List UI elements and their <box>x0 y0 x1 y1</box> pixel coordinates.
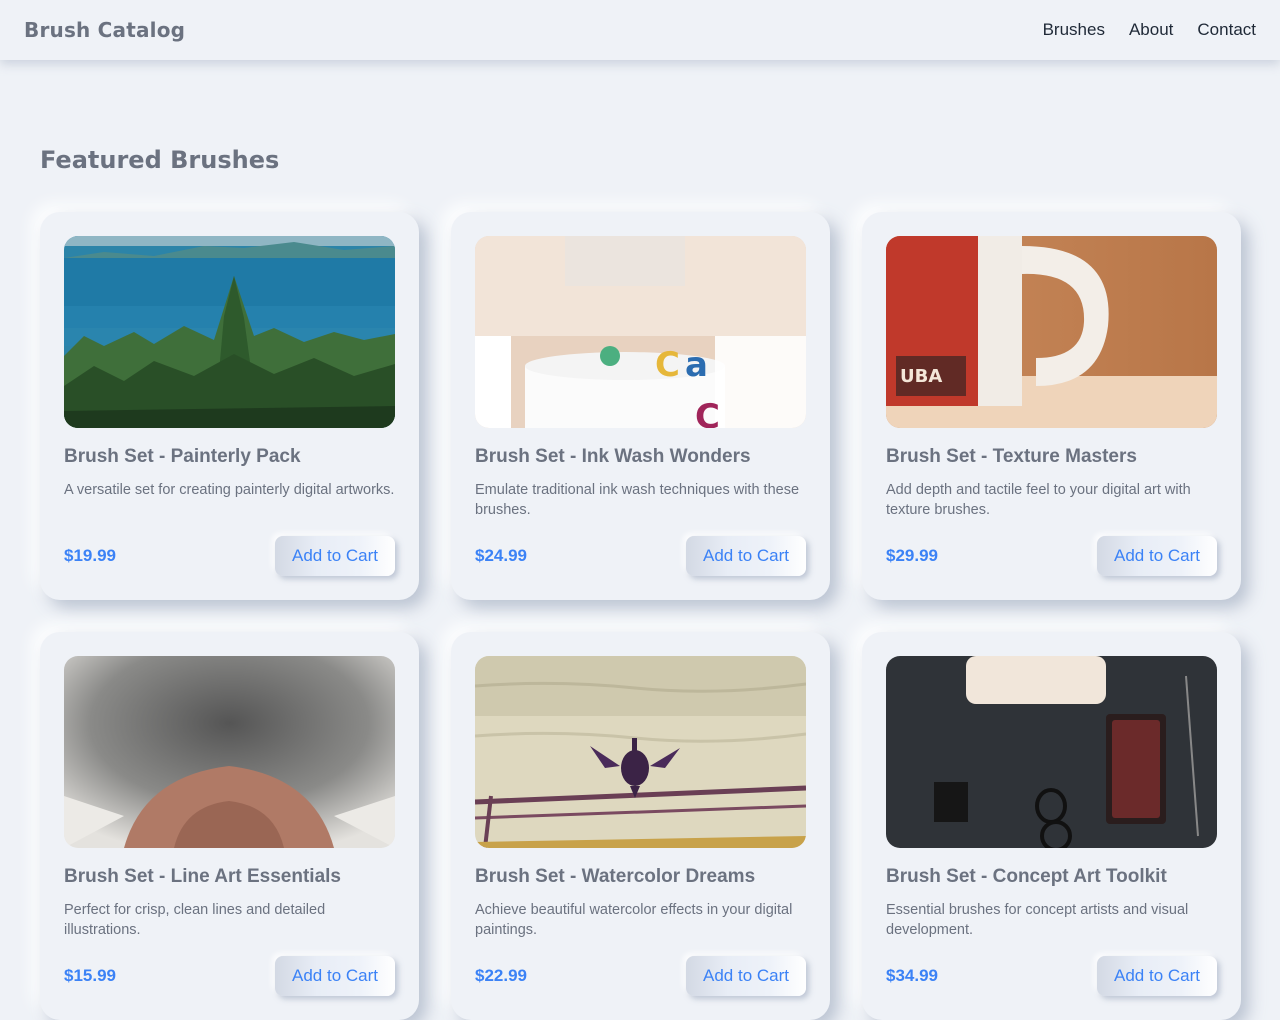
card-footer: $22.99 Add to Cart <box>475 956 806 996</box>
product-description: Perfect for crisp, clean lines and detai… <box>64 902 326 938</box>
card-footer: $29.99 Add to Cart <box>886 536 1217 576</box>
card-footer: $15.99 Add to Cart <box>64 956 395 996</box>
brand-logo[interactable]: Brush Catalog <box>24 18 185 42</box>
product-grid: Brush Set - Painterly Pack A versatile s… <box>40 212 1241 1020</box>
product-image-mug-desk: C a C <box>475 236 806 428</box>
product-title: Brush Set - Watercolor Dreams <box>475 866 756 887</box>
product-description: Emulate traditional ink wash techniques … <box>475 482 800 518</box>
product-image-cat-nose <box>64 656 395 848</box>
add-to-cart-button[interactable]: Add to Cart <box>686 956 806 996</box>
svg-text:UBA: UBA <box>900 366 942 387</box>
section-title: Featured Brushes <box>40 146 280 174</box>
product-title: Brush Set - Line Art Essentials <box>64 866 341 887</box>
product-card: Brush Set - Watercolor Dreams Achieve be… <box>451 632 830 1020</box>
product-card: Brush Set - Concept Art Toolkit Essentia… <box>862 632 1241 1020</box>
product-card: Brush Set - Line Art Essentials Perfect … <box>40 632 419 1020</box>
product-title: Brush Set - Painterly Pack <box>64 446 301 467</box>
product-title: Brush Set - Concept Art Toolkit <box>886 866 1167 887</box>
product-card: Brush Set - Painterly Pack A versatile s… <box>40 212 419 600</box>
product-title: Brush Set - Ink Wash Wonders <box>475 446 751 467</box>
product-price: $19.99 <box>64 546 116 565</box>
add-to-cart-button[interactable]: Add to Cart <box>1097 536 1217 576</box>
product-price: $29.99 <box>886 546 938 565</box>
product-image-cormorant <box>475 656 806 848</box>
product-image-dark-desk <box>886 656 1217 848</box>
product-price: $15.99 <box>64 966 116 985</box>
add-to-cart-button[interactable]: Add to Cart <box>1097 956 1217 996</box>
nav-link-brushes[interactable]: Brushes <box>1043 20 1105 40</box>
product-image-red-mug: UBA <box>886 236 1217 428</box>
nav-link-about[interactable]: About <box>1129 20 1173 40</box>
add-to-cart-button[interactable]: Add to Cart <box>275 956 395 996</box>
svg-text:C: C <box>655 345 680 385</box>
product-description: Achieve beautiful watercolor effects in … <box>475 902 793 938</box>
product-description: Add depth and tactile feel to your digit… <box>886 482 1191 518</box>
product-price: $22.99 <box>475 966 527 985</box>
product-price: $34.99 <box>886 966 938 985</box>
top-navbar: Brush Catalog Brushes About Contact <box>0 0 1280 60</box>
svg-text:a: a <box>685 345 708 385</box>
add-to-cart-button[interactable]: Add to Cart <box>275 536 395 576</box>
product-description: Essential brushes for concept artists an… <box>886 902 1189 938</box>
main-nav: Brushes About Contact <box>1043 20 1256 40</box>
product-title: Brush Set - Texture Masters <box>886 446 1137 467</box>
card-footer: $24.99 Add to Cart <box>475 536 806 576</box>
product-price: $24.99 <box>475 546 527 565</box>
svg-text:C: C <box>695 397 720 428</box>
card-footer: $34.99 Add to Cart <box>886 956 1217 996</box>
product-card: UBA Brush Set - Texture Masters Add dept… <box>862 212 1241 600</box>
product-image-forest-lake <box>64 236 395 428</box>
card-footer: $19.99 Add to Cart <box>64 536 395 576</box>
product-card: C a C Brush Set - Ink Wash Wonders Emula… <box>451 212 830 600</box>
product-description: A versatile set for creating painterly d… <box>64 482 395 498</box>
add-to-cart-button[interactable]: Add to Cart <box>686 536 806 576</box>
nav-link-contact[interactable]: Contact <box>1197 20 1256 40</box>
